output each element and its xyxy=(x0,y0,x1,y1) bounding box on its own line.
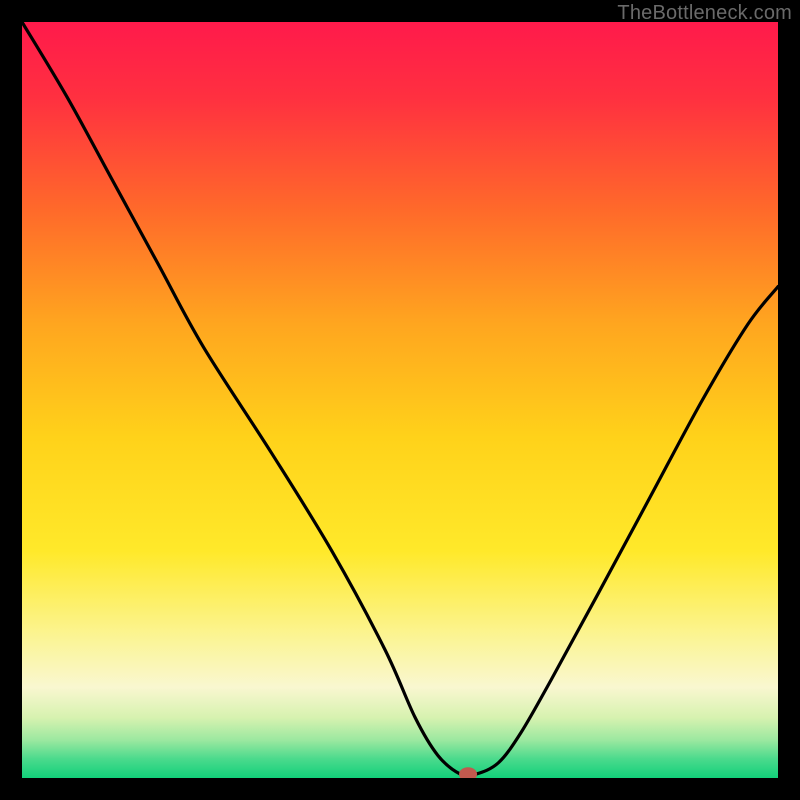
bottleneck-chart xyxy=(22,22,778,778)
plot-area xyxy=(22,22,778,778)
gradient-background xyxy=(22,22,778,778)
chart-frame: TheBottleneck.com xyxy=(0,0,800,800)
